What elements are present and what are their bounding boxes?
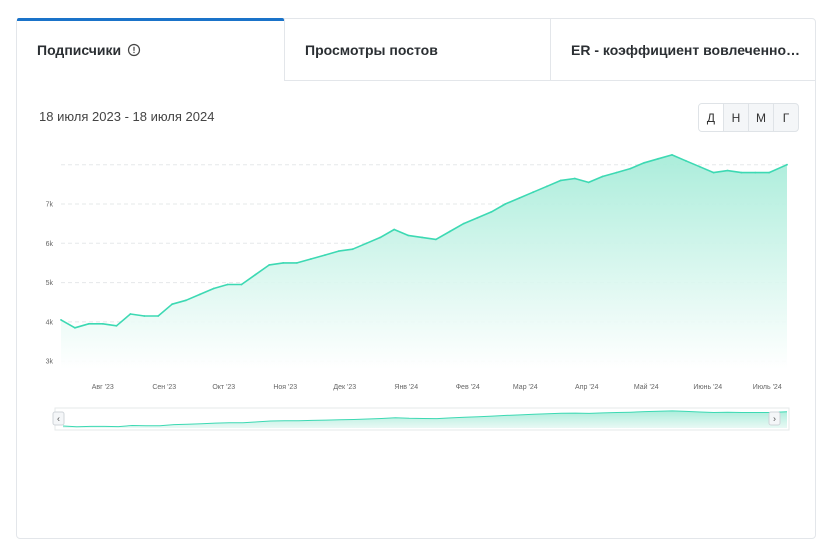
x-tick-label: Апр '24 xyxy=(575,384,599,391)
y-tick-label: 7k xyxy=(46,202,54,209)
data-point xyxy=(462,222,465,225)
data-point xyxy=(421,236,423,239)
data-point xyxy=(573,177,576,180)
data-point xyxy=(448,230,451,233)
x-tick-label: Май '24 xyxy=(634,383,659,391)
y-tick-label: 3k xyxy=(46,359,54,366)
data-point xyxy=(490,211,493,213)
x-tick-label: Сен '23 xyxy=(152,384,176,391)
x-tick-label: Ноя '23 xyxy=(273,384,297,391)
data-point xyxy=(87,322,90,325)
data-point xyxy=(786,163,788,166)
data-point xyxy=(407,234,409,237)
range-navigator[interactable]: ‹ › xyxy=(52,407,790,431)
data-point xyxy=(532,191,534,194)
data-point xyxy=(323,254,326,256)
y-tick-label: 6k xyxy=(46,241,54,248)
data-point xyxy=(268,264,271,266)
data-point xyxy=(504,203,507,205)
x-tick-label: Авг '23 xyxy=(92,384,114,391)
data-point xyxy=(712,171,715,174)
data-point xyxy=(212,287,215,290)
subscribers-card: Подписчики Просмотры постов ER - коэффиц… xyxy=(16,18,816,539)
x-tick-label: Июнь '24 xyxy=(693,384,722,391)
data-point xyxy=(143,315,146,317)
data-point xyxy=(379,236,382,239)
data-point xyxy=(546,185,548,188)
x-tick-label: Мар '24 xyxy=(513,384,538,391)
data-point xyxy=(587,181,590,184)
navigator-right-arrow: › xyxy=(773,414,776,424)
data-point xyxy=(684,159,687,162)
data-point xyxy=(435,238,437,241)
data-point xyxy=(643,161,646,164)
subscribers-chart: 3k 4k 5k 6k 7k Авг '23 Сен '23 Окт '23 Ноя '23 Д… xyxy=(46,154,790,431)
data-point xyxy=(365,242,368,245)
data-point xyxy=(560,179,562,182)
data-point xyxy=(698,165,701,168)
data-point xyxy=(768,171,770,174)
data-point xyxy=(282,262,285,264)
data-point xyxy=(601,175,604,178)
data-point xyxy=(476,216,479,219)
data-point xyxy=(115,324,118,327)
data-point xyxy=(226,283,229,286)
data-point xyxy=(185,299,187,302)
data-point xyxy=(337,250,340,253)
data-point xyxy=(199,293,201,296)
data-point xyxy=(615,171,618,174)
data-point xyxy=(310,258,312,260)
y-tick-label: 5k xyxy=(46,280,54,287)
x-tick-label: Июль '24 xyxy=(753,384,782,391)
series-area xyxy=(61,154,787,369)
data-point xyxy=(129,313,132,315)
data-point xyxy=(740,171,743,174)
data-point xyxy=(254,273,257,276)
data-point xyxy=(754,171,757,174)
data-point xyxy=(74,326,76,329)
data-point xyxy=(351,248,354,251)
x-tick-label: Янв '24 xyxy=(394,384,418,391)
data-point xyxy=(726,169,729,172)
data-point xyxy=(657,157,659,160)
y-tick-label: 4k xyxy=(46,319,54,326)
data-point xyxy=(157,315,160,317)
data-point xyxy=(518,197,521,200)
x-tick-label: Окт '23 xyxy=(212,384,235,391)
data-point xyxy=(296,262,298,264)
data-point xyxy=(629,167,632,170)
data-point xyxy=(240,283,243,286)
data-point xyxy=(171,303,174,306)
x-tick-label: Дек '23 xyxy=(333,384,356,391)
x-tick-label: Фев '24 xyxy=(456,384,480,391)
data-point xyxy=(393,228,396,231)
data-point xyxy=(671,154,673,156)
data-point xyxy=(101,322,104,325)
navigator-left-arrow: ‹ xyxy=(57,414,60,424)
data-point xyxy=(60,319,62,321)
